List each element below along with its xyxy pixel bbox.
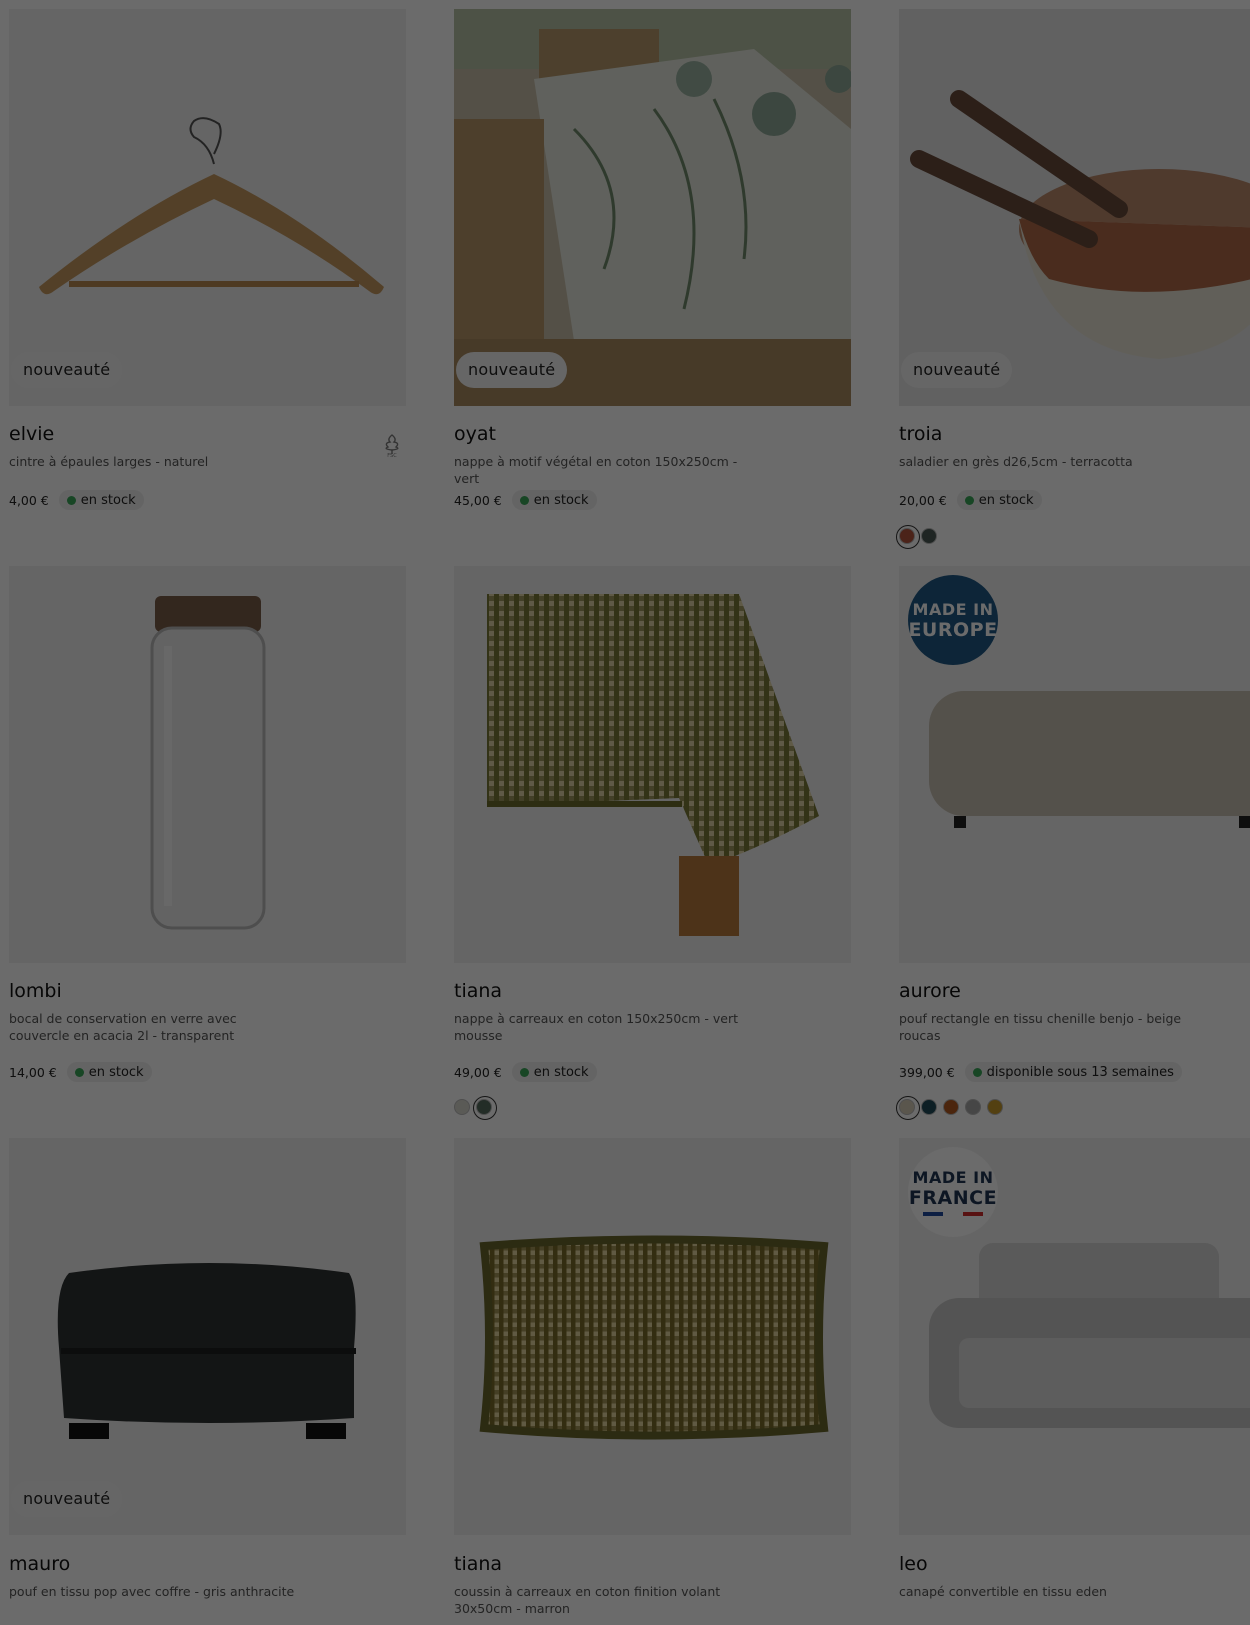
product-price: 45,00 €	[454, 492, 502, 508]
swatch-dark-green[interactable]	[921, 528, 937, 544]
cushion-illustration	[479, 1235, 829, 1440]
product-name[interactable]: tiana	[454, 1553, 502, 1575]
bowl-scene	[899, 9, 1250, 406]
product-image[interactable]	[454, 566, 851, 963]
seal-line1: MADE IN	[912, 1168, 994, 1187]
price-line: 45,00 € en stock	[454, 490, 597, 510]
product-price: 4,00 €	[9, 492, 49, 508]
stock-badge: en stock	[956, 490, 1042, 510]
stock-label: en stock	[88, 1064, 144, 1080]
product-price: 399,00 €	[899, 1064, 955, 1080]
french-flag-icon	[923, 1212, 983, 1216]
price-line: 49,00 € en stock	[454, 1062, 597, 1082]
product-image[interactable]: nouveauté	[899, 9, 1250, 406]
new-badge: nouveauté	[901, 352, 1013, 388]
price-line: 20,00 € en stock	[899, 490, 1042, 510]
swatch-terracotta[interactable]	[896, 525, 920, 549]
stock-badge: en stock	[58, 490, 144, 510]
stock-label: en stock	[533, 1064, 589, 1080]
product-description: pouf en tissu pop avec coffre - gris ant…	[9, 1584, 295, 1599]
color-swatches	[454, 1096, 497, 1120]
stock-dot-icon	[519, 1067, 529, 1077]
product-image[interactable]	[454, 1138, 851, 1535]
seal-line2: EUROPE	[908, 618, 998, 641]
stock-label: disponible sous 13 semaines	[986, 1064, 1174, 1080]
swatch-rust[interactable]	[943, 1099, 959, 1115]
price-line: 399,00 € disponible sous 13 semaines	[899, 1062, 1182, 1082]
stock-label: en stock	[978, 492, 1034, 508]
made-in-europe-seal: MADE IN EUROPE	[908, 575, 998, 665]
made-in-france-seal: MADE IN FRANCE	[908, 1147, 998, 1237]
product-name[interactable]: tiana	[454, 980, 502, 1002]
swatch-beige[interactable]	[454, 1099, 470, 1115]
new-badge: nouveauté	[11, 352, 123, 388]
product-name[interactable]: elvie	[9, 423, 54, 445]
new-badge: nouveauté	[456, 352, 568, 388]
tablecloth-scene	[454, 9, 851, 406]
checked-tablecloth-illustration	[487, 594, 819, 936]
stock-badge: en stock	[511, 1062, 597, 1082]
product-description: coussin à carreaux en coton finition vol…	[454, 1584, 721, 1616]
product-description: saladier en grès d26,5cm - terracotta	[899, 454, 1133, 469]
product-name[interactable]: lombi	[9, 980, 62, 1002]
stock-badge: disponible sous 13 semaines	[964, 1062, 1182, 1082]
swatch-beige[interactable]	[896, 1096, 920, 1120]
product-image[interactable]: nouveauté	[454, 9, 851, 406]
product-price: 14,00 €	[9, 1064, 57, 1080]
stock-dot-icon	[74, 1067, 84, 1077]
product-name[interactable]: mauro	[9, 1553, 70, 1575]
color-swatches	[896, 525, 937, 549]
product-name[interactable]: aurore	[899, 980, 961, 1002]
fsc-tree-icon: FSC	[385, 434, 399, 457]
product-price: 49,00 €	[454, 1064, 502, 1080]
product-description: bocal de conservation en verre avec couv…	[9, 1011, 237, 1043]
product-image[interactable]: MADE IN FRANCE	[899, 1138, 1250, 1535]
swatch-green[interactable]	[473, 1096, 497, 1120]
product-description: nappe à motif végétal en coton 150x250cm…	[454, 454, 738, 486]
swatch-grey[interactable]	[965, 1099, 981, 1115]
seal-line1: MADE IN	[912, 599, 994, 619]
product-name[interactable]: troia	[899, 423, 942, 445]
product-grid: nouveauté elvie FSC cintre à épaules lar…	[0, 0, 1250, 1625]
product-description: canapé convertible en tissu eden	[899, 1584, 1107, 1599]
seal-line2: FRANCE	[908, 1187, 998, 1209]
price-line: 4,00 € en stock	[9, 490, 144, 510]
product-price: 20,00 €	[899, 492, 947, 508]
color-swatches	[896, 1096, 1003, 1120]
ottoman-illustration	[57, 1263, 356, 1439]
svg-text:FSC: FSC	[387, 453, 397, 457]
stock-label: en stock	[533, 492, 589, 508]
product-description: nappe à carreaux en coton 150x250cm - ve…	[454, 1011, 739, 1043]
product-name[interactable]: leo	[899, 1553, 928, 1575]
product-image[interactable]: MADE IN EUROPE	[899, 566, 1250, 963]
stock-label: en stock	[80, 492, 136, 508]
new-badge: nouveauté	[11, 1481, 123, 1517]
swatch-teal[interactable]	[921, 1099, 937, 1115]
stock-badge: en stock	[66, 1062, 152, 1082]
stock-dot-icon	[964, 495, 974, 505]
product-image[interactable]: nouveauté	[9, 1138, 406, 1535]
stock-dot-icon	[519, 495, 529, 505]
product-image[interactable]	[9, 566, 406, 963]
jar-illustration	[150, 596, 266, 930]
product-name[interactable]: oyat	[454, 423, 496, 445]
stock-badge: en stock	[511, 490, 597, 510]
price-line: 14,00 € en stock	[9, 1062, 152, 1082]
product-description: cintre à épaules larges - naturel	[9, 454, 209, 469]
product-description: pouf rectangle en tissu chenille benjo -…	[899, 1011, 1182, 1043]
swatch-mustard[interactable]	[987, 1099, 1003, 1115]
stock-dot-icon	[972, 1067, 982, 1077]
product-image[interactable]: nouveauté	[9, 9, 406, 406]
hanger-illustration	[39, 117, 384, 295]
stock-dot-icon	[66, 495, 76, 505]
